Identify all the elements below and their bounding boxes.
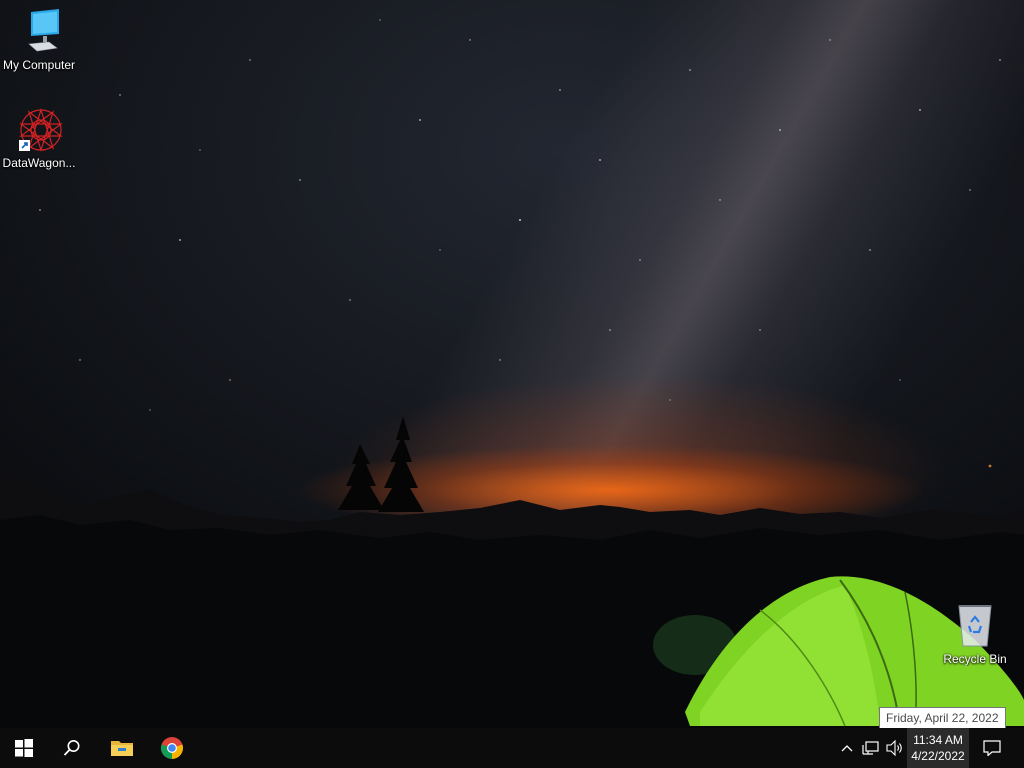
speaker-icon — [886, 740, 902, 756]
clock-button[interactable]: 11:34 AM 4/22/2022 — [907, 728, 969, 768]
landscape-background — [0, 19, 1024, 728]
show-hidden-icons-button[interactable] — [838, 728, 856, 768]
action-center-icon — [983, 740, 1001, 756]
network-button[interactable] — [860, 728, 882, 768]
start-button[interactable] — [0, 728, 48, 768]
taskbar: 11:34 AM 4/22/2022 — [0, 728, 1024, 768]
file-explorer-icon — [111, 741, 133, 756]
clock-time: 11:34 AM — [913, 733, 963, 747]
search-button[interactable] — [48, 728, 96, 768]
desktop-icon-recycle-bin[interactable]: Recycle Bin — [937, 602, 1013, 666]
date-tooltip: Friday, April 22, 2022 — [879, 707, 1006, 729]
datawagon-app-icon — [15, 106, 63, 154]
action-center-button[interactable] — [978, 728, 1006, 768]
network-icon — [862, 741, 879, 755]
search-icon — [63, 740, 80, 756]
pine-trees — [338, 416, 424, 512]
chrome-icon — [161, 737, 183, 759]
windows-start-icon — [15, 739, 33, 757]
file-explorer-button[interactable] — [98, 728, 146, 768]
desktop-icon-datawagon[interactable]: DataWagon... — [1, 106, 77, 170]
recycle-bin-icon — [951, 602, 999, 650]
computer-icon — [15, 8, 63, 56]
chrome-button[interactable] — [148, 728, 196, 768]
chevron-up-icon — [841, 745, 853, 752]
clock-date: 4/22/2022 — [911, 749, 965, 763]
desktop-icon-label: Recycle Bin — [943, 652, 1007, 666]
desktop-icon-label: My Computer — [2, 58, 76, 72]
volume-button[interactable] — [884, 728, 906, 768]
desktop-icon-my-computer[interactable]: My Computer — [1, 8, 77, 72]
desktop-icon-label: DataWagon... — [2, 156, 76, 170]
desktop-wallpaper: My Computer DataWagon... Recycle Bin — [0, 0, 1024, 728]
stars — [39, 19, 1001, 468]
